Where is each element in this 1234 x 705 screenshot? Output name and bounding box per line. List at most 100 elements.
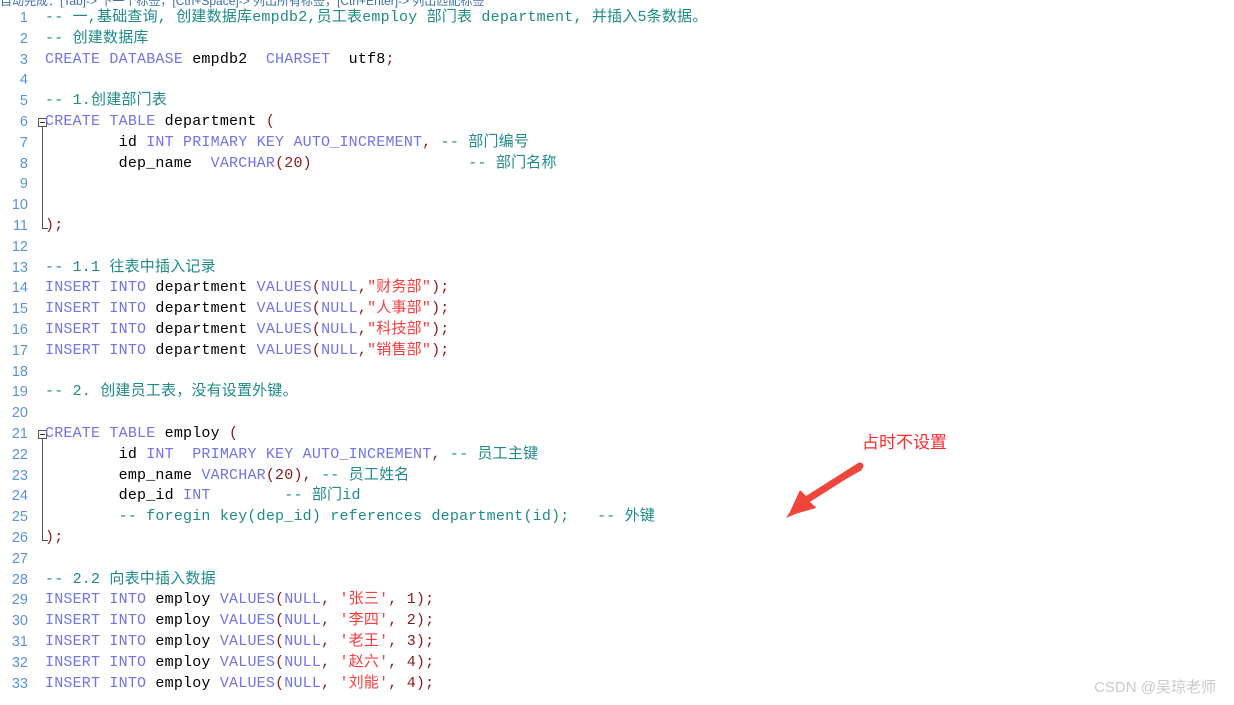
code-line[interactable]: 8 dep_name VARCHAR(20) -- 部门名称 [0, 154, 1234, 175]
code-text[interactable]: INSERT INTO department VALUES(NULL,"财务部"… [45, 278, 450, 299]
token-nul: NULL [321, 321, 358, 338]
code-line[interactable]: 30 INSERT INTO employ VALUES(NULL, '李四', … [0, 611, 1234, 632]
token-kw: INSERT INTO [45, 612, 147, 630]
code-line[interactable]: 24 dep_id INT -- 部门id [0, 486, 1234, 507]
code-text[interactable]: -- 一,基础查询, 创建数据库empdb2,员工表employ 部门表 dep… [45, 8, 707, 29]
code-line[interactable]: 23 emp_name VARCHAR(20), -- 员工姓名 [0, 466, 1234, 487]
code-text[interactable]: id INT PRIMARY KEY AUTO_INCREMENT, -- 部门… [45, 133, 529, 154]
token-str: "科技部" [367, 321, 432, 338]
code-line[interactable]: 7 id INT PRIMARY KEY AUTO_INCREMENT, -- … [0, 133, 1234, 154]
token-pun: , [431, 445, 441, 463]
line-number: 26 [11, 530, 28, 546]
token-nul: NULL [284, 633, 322, 650]
token-kw: INT [183, 487, 211, 505]
code-line[interactable]: 11); [0, 216, 1234, 237]
code-text[interactable]: -- 2. 创建员工表，没有设置外键。 [45, 382, 298, 403]
token-cm: -- 2. 创建员工表，没有设置外键。 [45, 383, 298, 401]
code-text[interactable]: ); [45, 216, 63, 237]
token-id: utf8 [330, 50, 386, 68]
line-number: 4 [19, 72, 28, 89]
code-text[interactable]: dep_id INT -- 部门id [45, 486, 361, 507]
token-pun: ( [311, 341, 322, 359]
token-pun: , [388, 674, 407, 692]
token-kw: INSERT INTO [45, 591, 147, 609]
token-kw: CREATE DATABASE [45, 50, 184, 68]
code-line[interactable]: 19 -- 2. 创建员工表，没有设置外键。 [0, 382, 1234, 403]
code-text[interactable]: -- 创建数据库 [45, 29, 149, 50]
code-line[interactable]: 21 CREATE TABLE employ ( [0, 424, 1234, 445]
code-line[interactable]: 10 [0, 195, 1234, 216]
code-line[interactable]: 13 -- 1.1 往表中插入记录 [0, 258, 1234, 279]
code-text[interactable]: INSERT INTO employ VALUES(NULL, '张三', 1)… [45, 590, 434, 611]
token-pun: ( [265, 113, 276, 130]
code-text[interactable]: -- foregin key(dep_id) references depart… [45, 507, 655, 528]
code-text[interactable]: -- 1.1 往表中插入记录 [45, 258, 216, 279]
token-str: '李四' [339, 612, 389, 630]
token-kw: INSERT INTO [45, 300, 147, 318]
code-line[interactable]: 16 INSERT INTO department VALUES(NULL,"科技… [0, 320, 1234, 341]
token-cm: -- 创建数据库 [45, 29, 149, 47]
code-text[interactable]: id INT PRIMARY KEY AUTO_INCREMENT, -- 员工… [45, 445, 538, 466]
code-text[interactable]: emp_name VARCHAR(20), -- 员工姓名 [45, 466, 410, 487]
code-line[interactable]: 22 id INT PRIMARY KEY AUTO_INCREMENT, --… [0, 445, 1234, 466]
line-number: 19 [11, 384, 28, 401]
code-line[interactable]: 25 -- foregin key(dep_id) references dep… [0, 507, 1234, 528]
code-line[interactable]: 18 [0, 362, 1234, 383]
code-text[interactable]: -- 1.创建部门表 [45, 91, 167, 112]
code-text[interactable]: INSERT INTO department VALUES(NULL,"科技部"… [45, 320, 450, 341]
code-text[interactable]: INSERT INTO employ VALUES(NULL, '赵六', 4)… [45, 653, 434, 674]
code-text[interactable]: INSERT INTO department VALUES(NULL,"人事部"… [45, 299, 450, 320]
token-id: department [146, 279, 257, 297]
token-pun: , [388, 653, 407, 671]
token-kw: CHARSET [265, 50, 331, 68]
line-number: 13 [11, 259, 28, 276]
code-line[interactable]: 3 CREATE DATABASE empdb2 CHARSET utf8; [0, 50, 1234, 71]
code-line[interactable]: 27 [0, 549, 1234, 570]
code-text[interactable]: CREATE DATABASE empdb2 CHARSET utf8; [45, 50, 395, 71]
token-pun: ); [431, 341, 450, 359]
code-line[interactable]: 29 INSERT INTO employ VALUES(NULL, '张三', … [0, 590, 1234, 611]
code-line[interactable]: 1 -- 一,基础查询, 创建数据库empdb2,员工表employ 部门表 de… [0, 8, 1234, 29]
code-text[interactable]: INSERT INTO employ VALUES(NULL, '李四', 2)… [45, 611, 434, 632]
code-line[interactable]: 12 [0, 237, 1234, 258]
token-kw: CREATE TABLE [45, 425, 156, 442]
code-line[interactable]: 20 [0, 403, 1234, 424]
line-number: 27 [11, 550, 28, 567]
token-str: "人事部" [367, 300, 432, 318]
code-line[interactable]: 31 INSERT INTO employ VALUES(NULL, '老王', … [0, 632, 1234, 653]
code-line[interactable]: 5 -- 1.创建部门表 [0, 91, 1234, 112]
line-number: 1 [19, 10, 28, 26]
code-line[interactable]: 17 INSERT INTO department VALUES(NULL,"销售… [0, 341, 1234, 362]
code-line[interactable]: 2 -- 创建数据库 [0, 29, 1234, 50]
code-line[interactable]: 6 CREATE TABLE department ( [0, 112, 1234, 133]
token-kw: CREATE TABLE [45, 113, 156, 130]
line-number: 6 [19, 114, 28, 130]
code-line[interactable]: 15 INSERT INTO department VALUES(NULL,"人事… [0, 299, 1234, 320]
code-line[interactable]: 9 [0, 174, 1234, 195]
code-text[interactable]: CREATE TABLE employ ( [45, 424, 238, 445]
code-text[interactable]: INSERT INTO employ VALUES(NULL, '刘能', 4)… [45, 674, 434, 695]
token-id: employ [146, 591, 220, 609]
code-line[interactable]: 26); [0, 528, 1234, 549]
code-line[interactable]: 33 INSERT INTO employ VALUES(NULL, '刘能', … [0, 674, 1234, 695]
code-line[interactable]: 14 INSERT INTO department VALUES(NULL,"财务… [0, 278, 1234, 299]
token-pun: , [321, 653, 340, 671]
code-text[interactable]: INSERT INTO employ VALUES(NULL, '老王', 3)… [45, 632, 434, 653]
code-text[interactable]: INSERT INTO department VALUES(NULL,"销售部"… [45, 341, 450, 362]
code-line[interactable]: 32 INSERT INTO employ VALUES(NULL, '赵六', … [0, 653, 1234, 674]
line-number: 25 [11, 509, 28, 526]
sql-code-editor[interactable]: 1 -- 一,基础查询, 创建数据库empdb2,员工表employ 部门表 de… [0, 8, 1234, 705]
code-text[interactable]: -- 2.2 向表中插入数据 [45, 570, 216, 591]
line-number: 16 [11, 322, 28, 338]
code-text[interactable]: CREATE TABLE department ( [45, 112, 275, 133]
code-line[interactable]: 4 [0, 70, 1234, 91]
code-text[interactable]: ); [45, 528, 63, 549]
token-cm: -- 2.2 向表中插入数据 [45, 570, 216, 588]
token-pun: ); [431, 279, 450, 297]
token-str: '刘能' [339, 674, 389, 692]
token-pun: (20) [275, 154, 312, 172]
token-id: dep_id [45, 487, 184, 505]
code-line[interactable]: 28 -- 2.2 向表中插入数据 [0, 570, 1234, 591]
code-text[interactable]: dep_name VARCHAR(20) -- 部门名称 [45, 154, 557, 175]
token-nul: NULL [284, 591, 322, 609]
